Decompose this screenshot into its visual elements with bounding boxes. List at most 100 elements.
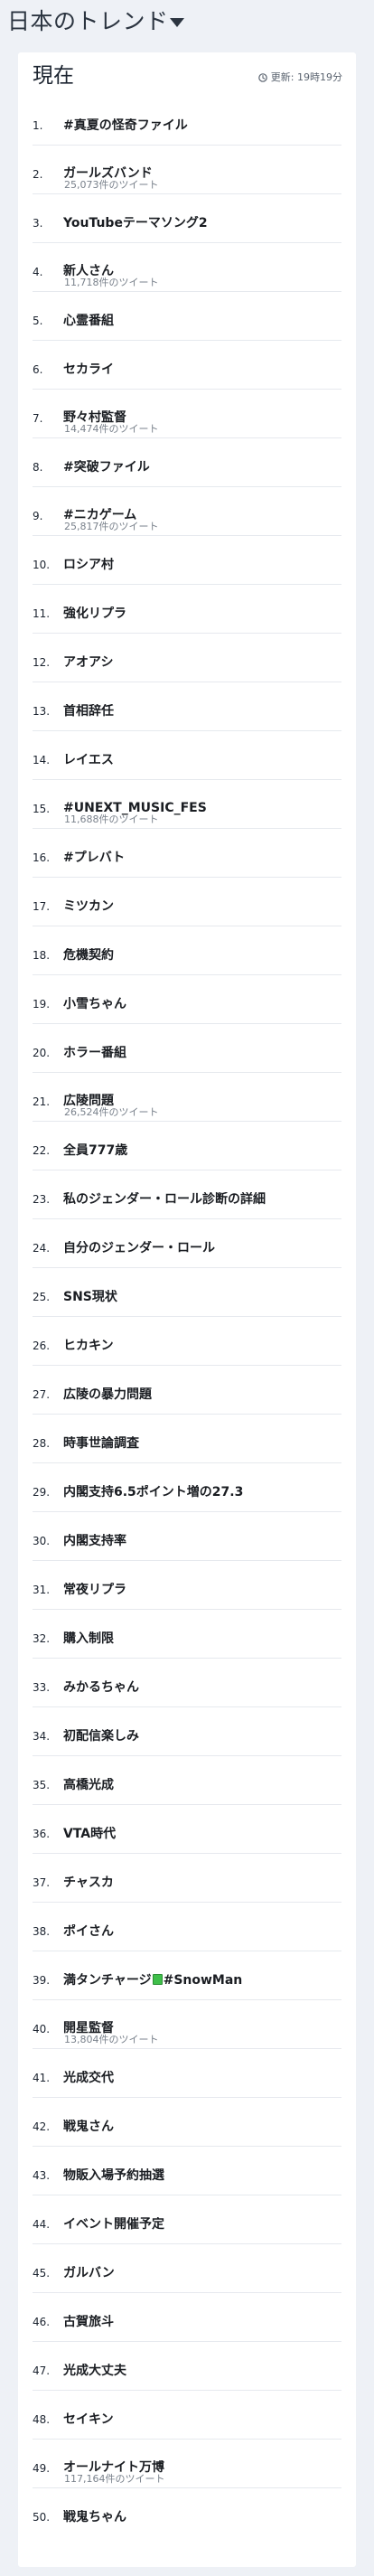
trend-item[interactable]: 25. SNS現状 (18, 1268, 356, 1317)
trend-name[interactable]: 物販入場予約抽選 (63, 2168, 164, 2184)
trend-name[interactable]: 購入制限 (63, 1631, 114, 1647)
trend-name[interactable]: 古賀旅斗 (63, 2315, 114, 2330)
trend-name[interactable]: セイキン (63, 2412, 114, 2428)
trend-name[interactable]: 内閣支持率 (63, 1534, 126, 1549)
region-selector[interactable]: 日本のトレンド (0, 0, 374, 49)
trend-item[interactable]: 28. 時事世論調査 (18, 1415, 356, 1463)
trend-name[interactable]: 自分のジェンダー・ロール (63, 1241, 215, 1256)
trend-name[interactable]: 強化リプラ (63, 606, 126, 622)
trend-name[interactable]: ガルバン (63, 2266, 115, 2281)
trend-item[interactable]: 13. 首相辞任 (18, 682, 356, 731)
trend-item[interactable]: 3. YouTubeテーマソング2 (18, 194, 356, 243)
tweet-count: 14,474件のツイート (64, 423, 159, 435)
trend-item[interactable]: 27. 広陵の暴力問題 (18, 1366, 356, 1415)
trend-item[interactable]: 31. 常夜リプラ (18, 1561, 356, 1610)
trend-name[interactable]: ポイさん (63, 1924, 114, 1940)
trend-name[interactable]: 満タンチャージ #SnowMan (63, 1973, 242, 1988)
trend-item[interactable]: 36. VTA時代 (18, 1805, 356, 1854)
trend-name[interactable]: 首相辞任 (63, 704, 114, 719)
trend-item[interactable]: 26. ヒカキン (18, 1317, 356, 1366)
trend-item[interactable]: 42. 戦鬼さん (18, 2098, 356, 2147)
tweet-count: 13,804件のツイート (64, 2034, 159, 2045)
trend-name[interactable]: #真夏の怪奇ファイル (63, 118, 188, 134)
trend-name[interactable]: 高橋光成 (63, 1778, 114, 1793)
trend-rank: 43. (33, 2169, 51, 2182)
trend-name[interactable]: みかるちゃん (63, 1680, 139, 1696)
trend-item[interactable]: 22. 全員777歳 (18, 1122, 356, 1170)
chevron-down-icon[interactable] (168, 15, 186, 30)
trend-item[interactable]: 15. #UNEXT_MUSIC_FES 11,688件のツイート (18, 780, 356, 829)
trend-item[interactable]: 24. 自分のジェンダー・ロール (18, 1219, 356, 1268)
trend-item[interactable]: 1. #真夏の怪奇ファイル (18, 97, 356, 146)
trend-name[interactable]: 戦鬼さん (63, 2120, 114, 2135)
trend-name[interactable]: 全員777歳 (63, 1143, 127, 1159)
trend-item[interactable]: 46. 古賀旅斗 (18, 2293, 356, 2342)
trend-item[interactable]: 44. イベント開催予定 (18, 2195, 356, 2244)
trend-item[interactable]: 37. チャスカ (18, 1854, 356, 1903)
trend-name[interactable]: #突破ファイル (63, 460, 150, 475)
trend-item[interactable]: 21. 広陵問題 26,524件のツイート (18, 1073, 356, 1122)
clock-icon (257, 73, 267, 82)
trend-item[interactable]: 2. ガールズバンド 25,073件のツイート (18, 146, 356, 194)
trend-name[interactable]: ホラー番組 (63, 1046, 126, 1061)
trend-item[interactable]: 45. ガルバン (18, 2244, 356, 2293)
trend-item[interactable]: 39. 満タンチャージ #SnowMan (18, 1951, 356, 2000)
trend-item[interactable]: 14. レイエス (18, 731, 356, 780)
trend-item[interactable]: 20. ホラー番組 (18, 1024, 356, 1073)
trend-name[interactable]: 小雪ちゃん (63, 997, 126, 1012)
trend-item[interactable]: 41. 光成交代 (18, 2049, 356, 2098)
trend-item[interactable]: 38. ポイさん (18, 1903, 356, 1951)
trend-name[interactable]: ヒカキン (63, 1339, 114, 1354)
trend-name[interactable]: 広陵の暴力問題 (63, 1387, 152, 1403)
trend-name[interactable]: 戦鬼ちゃん (63, 2510, 126, 2525)
trend-name[interactable]: ミツカン (63, 899, 114, 915)
trend-item[interactable]: 43. 物販入場予約抽選 (18, 2147, 356, 2195)
trend-name[interactable]: セカライ (63, 362, 114, 378)
trend-item[interactable]: 49. オールナイト万博 117,164件のツイート (18, 2440, 356, 2488)
trend-item[interactable]: 8. #突破ファイル (18, 438, 356, 487)
trend-name[interactable]: レイエス (63, 753, 114, 768)
trend-name[interactable]: チャスカ (63, 1876, 114, 1891)
trend-item[interactable]: 23. 私のジェンダー・ロール診断の詳細 (18, 1170, 356, 1219)
trend-name[interactable]: 危機契約 (63, 948, 114, 964)
trend-name[interactable]: SNS現状 (63, 1290, 117, 1305)
trend-item[interactable]: 4. 新人さん 11,718件のツイート (18, 243, 356, 292)
trend-name[interactable]: 光成交代 (63, 2071, 114, 2086)
trend-item[interactable]: 18. 危機契約 (18, 926, 356, 975)
trend-name[interactable]: アオアシ (63, 655, 113, 671)
trend-item[interactable]: 34. 初配信楽しみ (18, 1707, 356, 1756)
trend-item[interactable]: 19. 小雪ちゃん (18, 975, 356, 1024)
trend-name[interactable]: ロシア村 (63, 558, 114, 573)
tweet-count: 26,524件のツイート (64, 1106, 159, 1118)
trend-name[interactable]: 内閣支持6.5ポイント増の27.3 (63, 1485, 243, 1500)
trend-name[interactable]: YouTubeテーマソング2 (63, 216, 208, 231)
trend-name[interactable]: 光成大丈夫 (63, 2364, 126, 2379)
trend-item[interactable]: 32. 購入制限 (18, 1610, 356, 1659)
trend-name[interactable]: VTA時代 (63, 1827, 116, 1842)
trend-item[interactable]: 48. セイキン (18, 2391, 356, 2440)
trend-name[interactable]: 心霊番組 (63, 314, 114, 329)
trend-item[interactable]: 17. ミツカン (18, 878, 356, 926)
trend-name[interactable]: 時事世論調査 (63, 1436, 139, 1452)
trend-item[interactable]: 9. #ニカゲーム 25,817件のツイート (18, 487, 356, 536)
trend-item[interactable]: 50. 戦鬼ちゃん (18, 2488, 356, 2537)
trend-item[interactable]: 33. みかるちゃん (18, 1659, 356, 1707)
trend-item[interactable]: 29. 内閣支持6.5ポイント増の27.3 (18, 1463, 356, 1512)
trend-item[interactable]: 7. 野々村監督 14,474件のツイート (18, 390, 356, 438)
trend-name[interactable]: 常夜リプラ (63, 1583, 126, 1598)
trend-name[interactable]: 私のジェンダー・ロール診断の詳細 (63, 1192, 266, 1208)
trend-name[interactable]: イベント開催予定 (63, 2217, 164, 2233)
trend-name[interactable]: 初配信楽しみ (63, 1729, 139, 1744)
trend-item[interactable]: 47. 光成大丈夫 (18, 2342, 356, 2391)
trend-item[interactable]: 10. ロシア村 (18, 536, 356, 585)
page-title[interactable]: 日本のトレンド (7, 7, 169, 36)
trend-item[interactable]: 35. 高橋光成 (18, 1756, 356, 1805)
trend-name[interactable]: #プレバト (63, 851, 125, 866)
trend-item[interactable]: 12. アオアシ (18, 634, 356, 682)
trend-item[interactable]: 6. セカライ (18, 341, 356, 390)
trend-item[interactable]: 16. #プレバト (18, 829, 356, 878)
trend-item[interactable]: 5. 心霊番組 (18, 292, 356, 341)
trend-item[interactable]: 30. 内閣支持率 (18, 1512, 356, 1561)
trend-item[interactable]: 40. 開星監督 13,804件のツイート (18, 2000, 356, 2049)
trend-item[interactable]: 11. 強化リプラ (18, 585, 356, 634)
